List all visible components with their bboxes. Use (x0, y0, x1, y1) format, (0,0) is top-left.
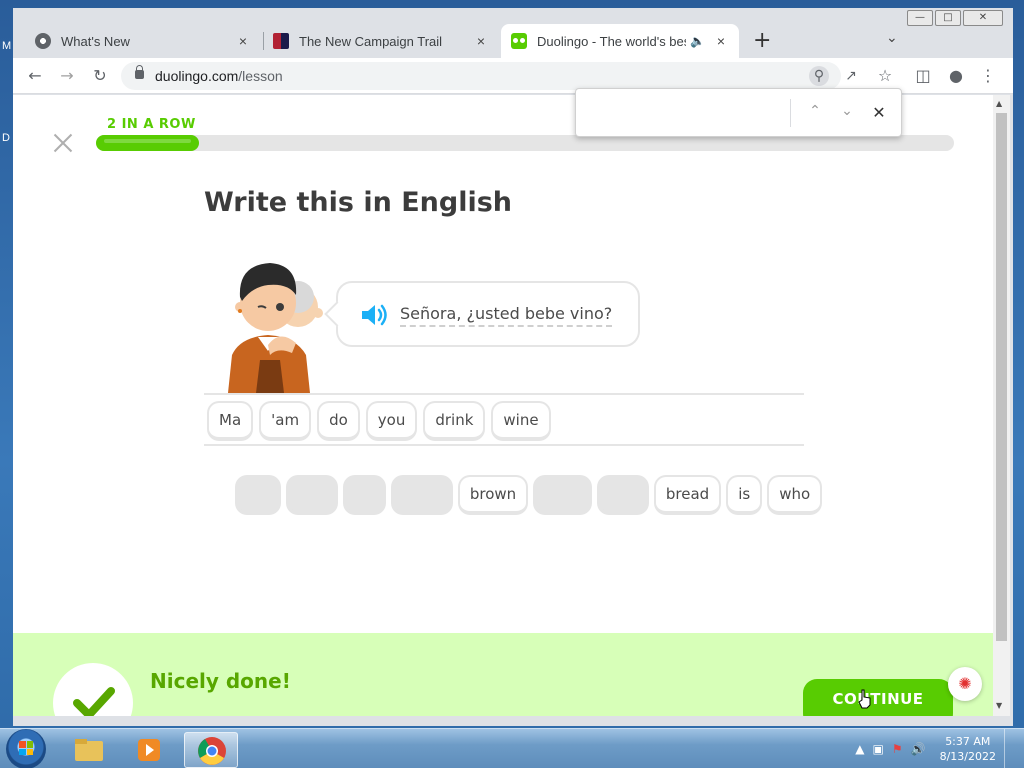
maximize-button[interactable]: □ (935, 10, 961, 26)
tab-search-icon[interactable]: ⌄ (886, 30, 898, 46)
answer-word-chip[interactable]: do (317, 401, 360, 441)
close-lesson-icon[interactable] (53, 133, 73, 153)
address-bar[interactable]: duolingo.com/lesson ⚲ ↗ (121, 62, 857, 90)
chrome-icon (35, 33, 51, 49)
explorer-taskbar-button[interactable] (62, 732, 116, 768)
continue-button[interactable]: CONTINUE (803, 679, 953, 716)
back-icon[interactable]: ← (25, 66, 45, 85)
tab-close-icon[interactable]: × (235, 33, 251, 49)
taskbar: ▲ ▣ ⚑ 🔊 5:37 AM 8/13/2022 (0, 728, 1024, 768)
tab-close-icon[interactable]: × (713, 33, 729, 49)
action-center-icon[interactable]: ⚑ (892, 742, 903, 756)
star-icon[interactable]: ☆ (875, 66, 895, 85)
clock-date: 8/13/2022 (939, 750, 996, 763)
bug-icon[interactable]: ✺ (948, 667, 982, 701)
answer-word-chip[interactable]: you (365, 401, 418, 441)
tab-duolingo[interactable]: Duolingo - The world's best 🔈 × (501, 24, 739, 58)
word-bank-chip[interactable]: is (726, 475, 763, 515)
word-bank-slot-used: wine (533, 475, 593, 515)
word-bank-chip[interactable]: bread (653, 475, 722, 515)
lesson-progress-bar (96, 135, 954, 151)
folder-icon (75, 739, 103, 761)
word-bank: Ma'amdodrinkbrownwineyoubreadiswho (235, 475, 823, 515)
tab-title: What's New (61, 33, 130, 49)
feedback-footer: Nicely done! CONTINUE ✺ (13, 633, 993, 716)
show-desktop-button[interactable] (1004, 729, 1016, 768)
streak-label: 2 IN A ROW (107, 117, 196, 132)
windows-logo-icon (19, 741, 33, 755)
clock-time: 5:37 AM (945, 735, 991, 748)
check-icon (73, 687, 115, 716)
answer-word-chip[interactable]: Ma (207, 401, 254, 441)
feedback-message: Nicely done! (150, 669, 291, 693)
find-bar-divider (790, 99, 791, 127)
lock-icon[interactable] (135, 65, 144, 79)
word-bank-slot-used: drink (390, 475, 453, 515)
clock[interactable]: 5:37 AM 8/13/2022 (940, 734, 996, 764)
tab-whats-new[interactable]: What's New × (25, 24, 261, 58)
desktop-icon-label: M (2, 40, 12, 52)
scroll-thumb[interactable] (996, 113, 1007, 641)
sidepanel-icon[interactable]: ◫ (913, 66, 933, 85)
zoom-icon[interactable]: ⚲ (809, 66, 829, 86)
find-previous-icon[interactable]: ⌃ (806, 103, 824, 119)
find-close-icon[interactable]: ✕ (870, 103, 888, 122)
word-bank-chip[interactable]: who (767, 475, 823, 515)
chrome-taskbar-button[interactable] (184, 732, 238, 768)
find-bar: ⌃ ⌄ ✕ (575, 88, 902, 137)
media-player-icon (138, 739, 160, 761)
word-bank-slot-used: you (597, 475, 649, 515)
word-bank-slot-used: Ma (235, 475, 282, 515)
scroll-up-icon[interactable]: ▲ (996, 99, 1002, 108)
word-bank-slot-used: do (343, 475, 386, 515)
speech-bubble: Señora, ¿usted bebe vino? (336, 281, 640, 347)
reload-icon[interactable]: ↻ (90, 66, 110, 85)
window-controls: — □ ✕ (907, 10, 1003, 26)
answer-area: Ma'am do you drink wine (204, 393, 804, 446)
answer-word-chip[interactable]: wine (491, 401, 551, 441)
new-tab-button[interactable]: + (753, 28, 771, 53)
source-sentence[interactable]: Señora, ¿usted bebe vino? (400, 304, 613, 327)
hand-cursor-icon (858, 689, 871, 709)
answer-words: Ma'am do you drink wine (207, 401, 551, 441)
network-icon[interactable]: ▣ (873, 742, 884, 756)
find-next-icon[interactable]: ⌄ (838, 103, 856, 119)
tab-strip: — □ ✕ What's New × The New Campaign Trai… (13, 8, 1013, 58)
media-player-taskbar-button[interactable] (122, 732, 176, 768)
show-hidden-icons-icon[interactable]: ▲ (855, 742, 864, 756)
answer-word-chip[interactable]: 'am (259, 401, 312, 441)
share-icon[interactable]: ↗ (841, 66, 861, 86)
word-bank-slot-used: 'am (286, 475, 339, 515)
check-badge (53, 663, 133, 716)
lesson-progress-fill (96, 135, 199, 151)
tab-title: Duolingo - The world's best (537, 33, 687, 49)
system-tray: ▲ ▣ ⚑ 🔊 5:37 AM 8/13/2022 (855, 729, 1016, 768)
scroll-down-icon[interactable]: ▼ (996, 701, 1002, 710)
duolingo-icon (511, 33, 527, 49)
challenge-prompt: Write this in English (204, 187, 513, 218)
lesson-page: 2 IN A ROW Write this in English Señora,… (13, 95, 993, 716)
answer-word-chip[interactable]: drink (423, 401, 486, 441)
audio-playing-icon[interactable]: 🔈 (690, 34, 705, 48)
profile-icon[interactable]: ● (946, 66, 966, 85)
chrome-icon (198, 737, 226, 765)
campaign-trail-icon (273, 33, 289, 49)
page-scrollbar[interactable]: ▲ ▼ (993, 95, 1010, 716)
menu-icon[interactable]: ⋮ (978, 66, 998, 85)
find-input[interactable] (586, 99, 782, 127)
tab-title: The New Campaign Trail (299, 33, 443, 49)
start-button[interactable] (6, 729, 46, 768)
minimize-button[interactable]: — (907, 10, 933, 26)
character-illustration (228, 263, 323, 393)
tab-new-campaign-trail[interactable]: The New Campaign Trail × (263, 24, 499, 58)
volume-icon[interactable]: 🔊 (911, 742, 926, 756)
close-window-button[interactable]: ✕ (963, 10, 1003, 26)
word-bank-chip[interactable]: brown (457, 475, 529, 515)
url-text[interactable]: duolingo.com/lesson (155, 68, 283, 84)
tab-close-icon[interactable]: × (473, 33, 489, 49)
speaker-icon[interactable] (360, 303, 390, 327)
desktop-icon-label: D (2, 132, 10, 144)
forward-icon[interactable]: → (57, 66, 77, 85)
